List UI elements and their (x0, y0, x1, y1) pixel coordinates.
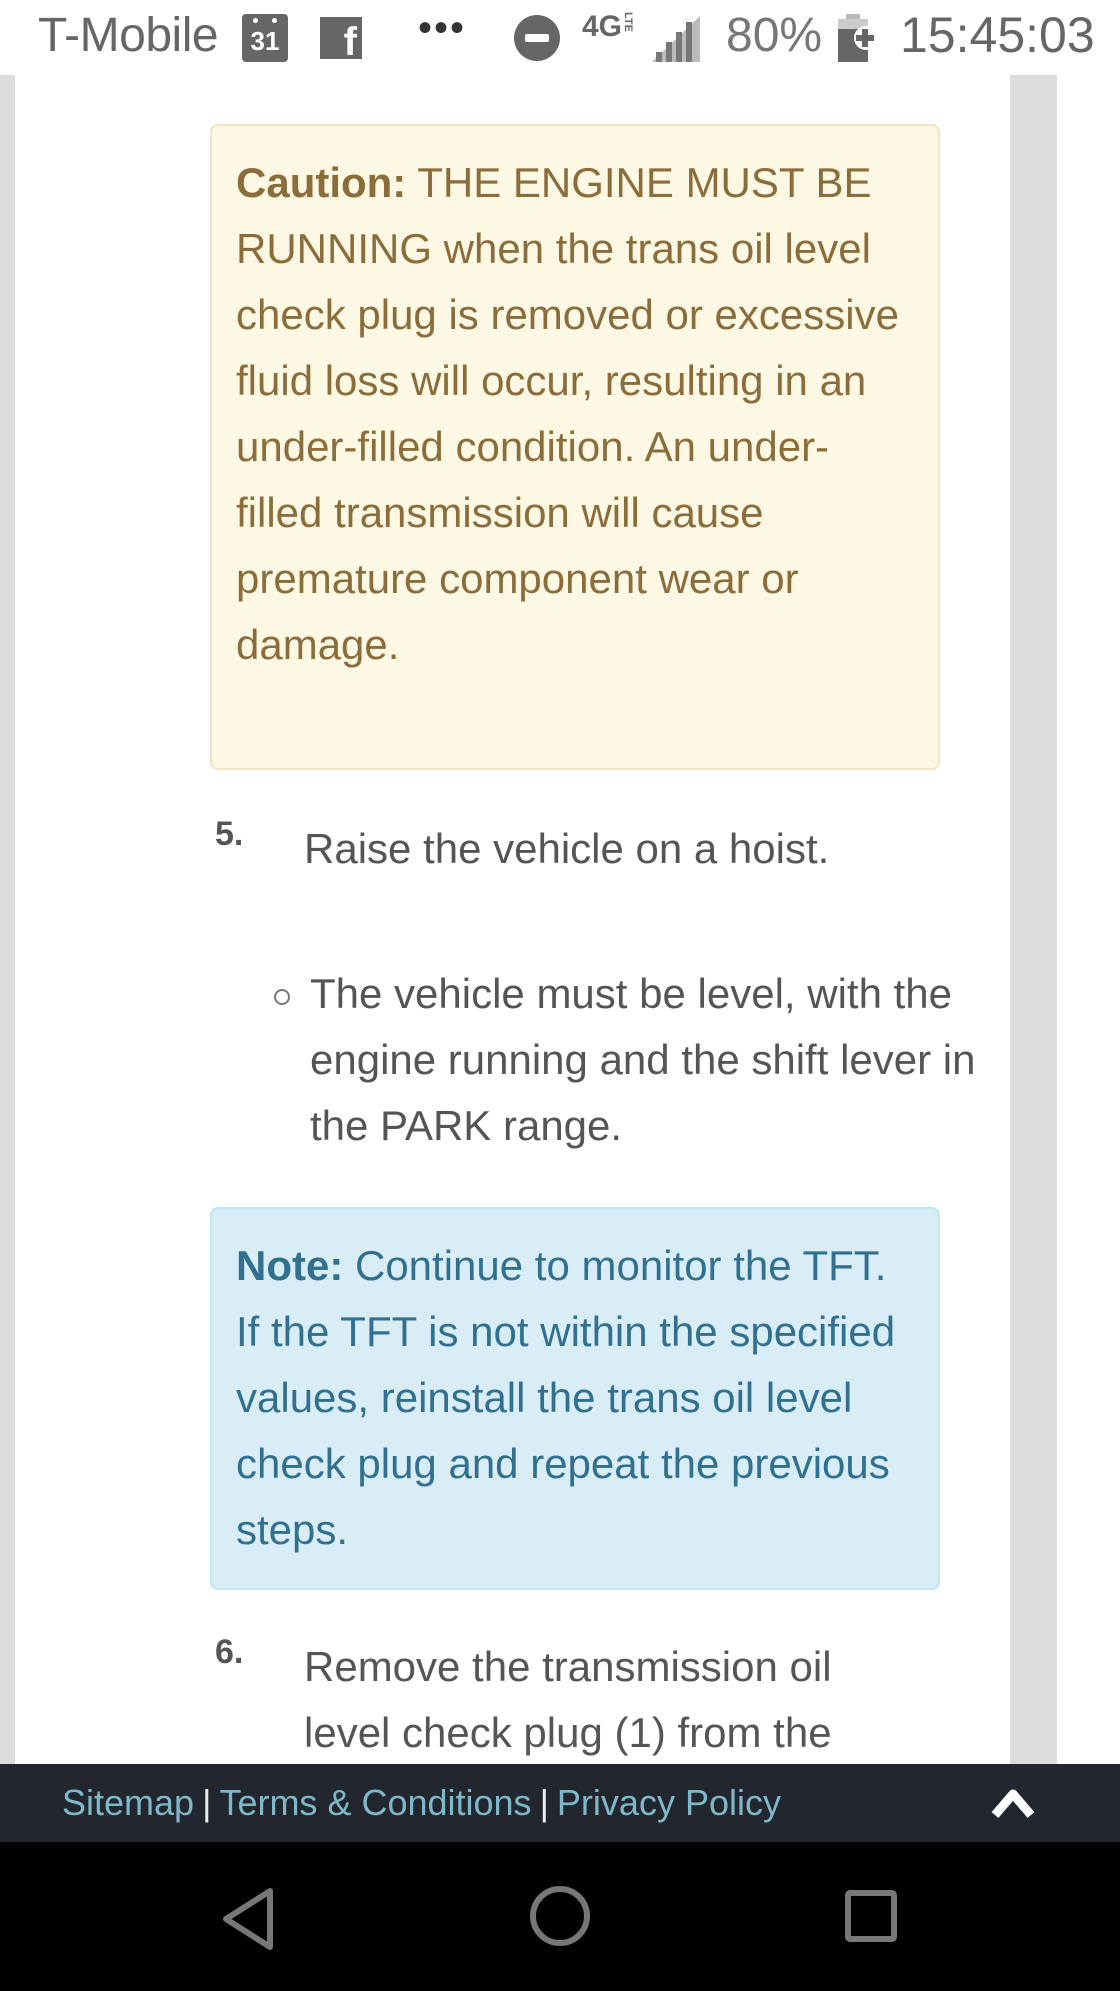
step-sub-item: The vehicle must be level, with the engi… (310, 970, 976, 1149)
step-number: 5. (215, 815, 244, 853)
network-subtype: LTE (622, 12, 635, 32)
sitemap-link[interactable]: Sitemap (62, 1782, 194, 1824)
step-number: 6. (215, 1633, 244, 1671)
status-bar: T-Mobile 31 f ••• 4GLTE 80% 15:45:03 (0, 0, 1120, 75)
navigation-bar (0, 1842, 1120, 1991)
note-label: Note: (236, 1242, 344, 1289)
facebook-icon: f (320, 17, 362, 59)
caution-alert: Caution: THE ENGINE MUST BE RUNNING when… (210, 124, 940, 770)
footer-separator: | (202, 1782, 212, 1823)
note-alert: Note: Continue to monitor the TFT. If th… (210, 1207, 940, 1590)
scrollbar-track[interactable] (1010, 75, 1057, 1764)
clock: 15:45:03 (900, 7, 1095, 63)
terms-link[interactable]: Terms & Conditions (219, 1782, 531, 1824)
back-icon[interactable] (220, 1886, 280, 1952)
chevron-up-icon[interactable] (990, 1782, 1036, 1822)
privacy-policy-link[interactable]: Privacy Policy (557, 1782, 781, 1824)
more-notifications-icon: ••• (418, 6, 467, 50)
step-text: Raise the vehicle on a hoist. (304, 825, 830, 872)
left-gutter (0, 75, 15, 1764)
recent-apps-icon[interactable] (845, 1890, 897, 1942)
signal-icon (652, 16, 700, 62)
page-content: Caution: THE ENGINE MUST BE RUNNING when… (0, 75, 1120, 1764)
battery-charging-icon (838, 14, 878, 62)
4g-lte-icon: 4GLTE (582, 10, 634, 44)
caution-text: THE ENGINE MUST BE RUNNING when the tran… (236, 159, 899, 668)
footer-separator: | (539, 1782, 549, 1823)
step-text: Remove the transmission oil level check … (304, 1643, 832, 1756)
bullet-circle-icon (274, 989, 290, 1005)
do-not-disturb-icon (514, 15, 560, 61)
home-icon[interactable] (530, 1886, 590, 1946)
carrier-name: T-Mobile (38, 9, 219, 62)
caution-label: Caution: (236, 159, 407, 206)
battery-percent: 80% (726, 9, 823, 62)
network-type: 4G (582, 10, 623, 43)
site-footer: Sitemap | Terms & Conditions | Privacy P… (0, 1764, 1120, 1842)
calendar-icon: 31 (242, 14, 288, 62)
